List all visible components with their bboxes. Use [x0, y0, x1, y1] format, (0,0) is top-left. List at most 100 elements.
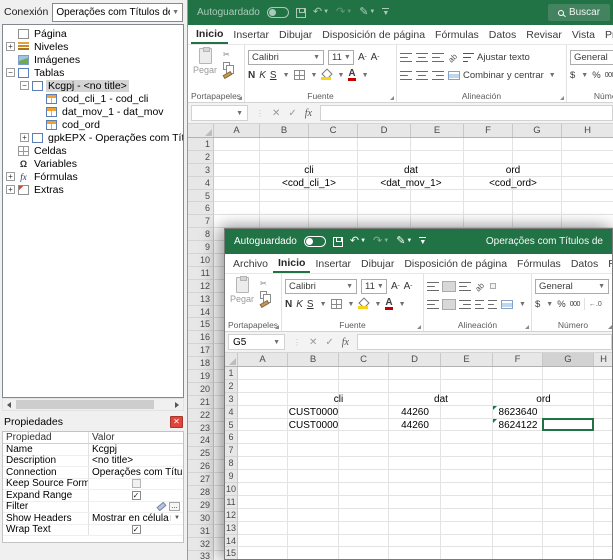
cell[interactable]: [411, 215, 464, 228]
dialog-launcher-icon[interactable]: [608, 325, 612, 329]
paste-button[interactable]: Pegar: [228, 276, 256, 306]
tree-item-kcgpj[interactable]: −Kcgpj - <no title>: [3, 79, 183, 92]
font-name-select[interactable]: Calibri▼: [248, 50, 324, 65]
cell[interactable]: [214, 151, 260, 164]
checkbox-icon[interactable]: ✓: [132, 525, 141, 534]
row-header-6[interactable]: 6: [188, 202, 214, 215]
undo-button[interactable]: ↶▼: [313, 7, 329, 18]
column-header-b[interactable]: B: [288, 353, 339, 366]
cell[interactable]: [594, 496, 612, 509]
align-top-icon[interactable]: [400, 53, 412, 62]
bold-button[interactable]: N: [248, 70, 255, 81]
ribbon-tab-datos[interactable]: Datos: [566, 254, 603, 273]
cell[interactable]: [441, 444, 493, 457]
cell[interactable]: [543, 522, 594, 535]
cell[interactable]: [543, 444, 594, 457]
ellipsis-button[interactable]: …: [169, 502, 180, 511]
cell[interactable]: [389, 406, 441, 419]
cell[interactable]: [339, 367, 389, 380]
cell[interactable]: [464, 202, 513, 215]
row-header-11[interactable]: 11: [225, 496, 238, 509]
cell[interactable]: [260, 138, 309, 151]
wrap-text-button[interactable]: [490, 283, 496, 289]
dialog-launcher-icon[interactable]: [560, 96, 564, 100]
ribbon-tab-insertar[interactable]: Insertar: [310, 254, 356, 273]
cell[interactable]: [288, 419, 339, 432]
percent-button[interactable]: %: [557, 299, 565, 310]
row-header-14[interactable]: 14: [225, 535, 238, 548]
row-header-8[interactable]: 8: [225, 457, 238, 470]
cut-icon[interactable]: ✂: [260, 280, 269, 288]
enter-icon[interactable]: ✓: [325, 337, 333, 348]
font-size-select[interactable]: 11▼: [328, 50, 354, 65]
borders-icon[interactable]: [294, 70, 305, 80]
row-header-24[interactable]: 24: [188, 434, 214, 447]
cell[interactable]: [309, 151, 358, 164]
row-header-9[interactable]: 9: [188, 241, 214, 254]
row-header-5[interactable]: 5: [188, 190, 214, 203]
close-icon[interactable]: ✕: [170, 416, 183, 428]
tree-item-gpkepx[interactable]: +gpkEPX - Operações com Títulos de Renda…: [3, 131, 183, 144]
row-header-4[interactable]: 4: [188, 177, 214, 190]
cell[interactable]: [464, 151, 513, 164]
expand-icon[interactable]: +: [20, 133, 29, 142]
column-header-a[interactable]: A: [238, 353, 288, 366]
row-header-32[interactable]: 32: [188, 538, 214, 551]
cell[interactable]: [543, 419, 594, 432]
tree-horizontal-scrollbar[interactable]: [2, 398, 184, 411]
cell[interactable]: [594, 457, 612, 470]
cell[interactable]: [513, 151, 562, 164]
row-header-10[interactable]: 10: [225, 483, 238, 496]
cell[interactable]: [238, 380, 288, 393]
cell[interactable]: [493, 535, 543, 548]
percent-button[interactable]: %: [592, 70, 600, 81]
cell[interactable]: [441, 509, 493, 522]
select-all-corner[interactable]: [225, 353, 238, 366]
dialog-launcher-icon[interactable]: [275, 325, 279, 329]
cell[interactable]: [543, 457, 594, 470]
tree-item-p-gina[interactable]: Página: [3, 27, 183, 40]
cell[interactable]: [339, 496, 389, 509]
row-header-33[interactable]: 33: [188, 551, 214, 560]
ribbon-tab-dibujar[interactable]: Dibujar: [274, 25, 317, 44]
formula-input[interactable]: [320, 105, 613, 121]
ribbon-tab-revisar[interactable]: Revisar: [603, 254, 612, 273]
column-header-g[interactable]: G: [513, 124, 562, 137]
connection-select[interactable]: Operações com Títulos de Renda Variável …: [52, 3, 183, 22]
cell[interactable]: [543, 496, 594, 509]
row-header-16[interactable]: 16: [188, 331, 214, 344]
cell[interactable]: [411, 202, 464, 215]
row-header-15[interactable]: 15: [225, 547, 238, 559]
cell[interactable]: [594, 547, 612, 559]
cell[interactable]: [493, 509, 543, 522]
cell[interactable]: [339, 380, 389, 393]
copy-icon[interactable]: [260, 291, 267, 299]
column-header-c[interactable]: C: [309, 124, 358, 137]
align-right-icon[interactable]: [459, 300, 471, 309]
cell[interactable]: [411, 151, 464, 164]
undo-button[interactable]: ↶▼: [350, 236, 366, 247]
tree-item-extras[interactable]: +Extras: [3, 183, 183, 196]
ribbon-tab-inicio[interactable]: Inicio: [273, 254, 310, 273]
cell[interactable]: [358, 177, 411, 190]
cell[interactable]: [411, 138, 464, 151]
align-left-icon[interactable]: [400, 71, 412, 80]
column-header-b[interactable]: B: [260, 124, 309, 137]
bold-button[interactable]: N: [285, 299, 292, 310]
row-header-30[interactable]: 30: [188, 512, 214, 525]
cell[interactable]: [594, 509, 612, 522]
column-header-a[interactable]: A: [214, 124, 260, 137]
cell[interactable]: [389, 535, 441, 548]
cell[interactable]: [543, 367, 594, 380]
name-box[interactable]: G5▼: [228, 334, 285, 350]
cell[interactable]: [493, 522, 543, 535]
cell[interactable]: [260, 215, 309, 228]
cell[interactable]: [594, 380, 612, 393]
cell[interactable]: [543, 483, 594, 496]
ink-button[interactable]: ✎▼: [396, 236, 412, 247]
align-middle-icon[interactable]: [416, 53, 428, 62]
cell[interactable]: [358, 215, 411, 228]
increase-indent-icon[interactable]: [488, 300, 497, 309]
cell[interactable]: [441, 380, 493, 393]
cell[interactable]: [238, 431, 288, 444]
